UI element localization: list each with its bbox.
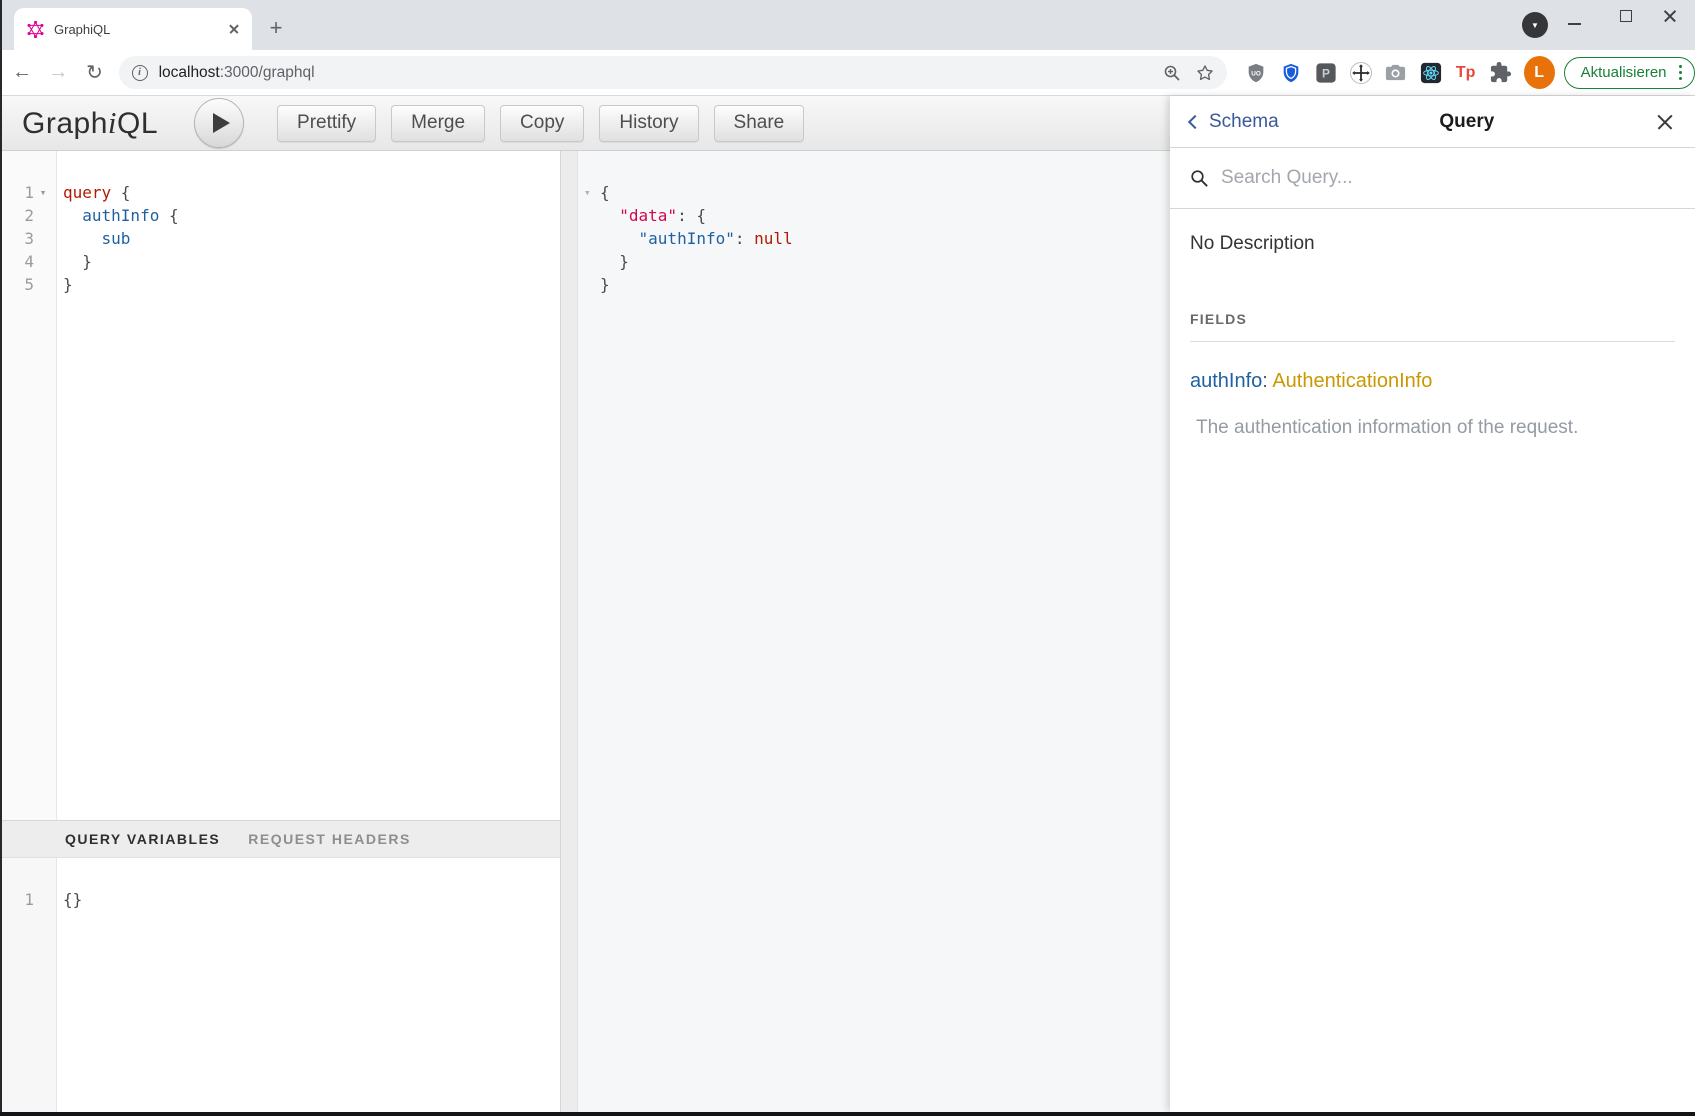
result-code-area: ▾{ "data": { "authInfo": null }} [578, 151, 1170, 1112]
history-button[interactable]: History [599, 105, 698, 142]
bitwarden-extension-icon[interactable] [1278, 60, 1304, 86]
reload-icon[interactable]: ↻ [80, 58, 108, 88]
variables-code-area[interactable]: {} [57, 858, 560, 1112]
react-devtools-extension-icon[interactable] [1418, 60, 1444, 86]
extensions-row: UO P Tp [1243, 60, 1514, 86]
ublock-extension-icon[interactable]: UO [1243, 60, 1269, 86]
tab-title: GraphiQL [54, 22, 226, 37]
pane-resize-handle[interactable] [560, 151, 578, 1112]
tp-extension-icon[interactable]: Tp [1453, 60, 1479, 86]
browser-addressbar: ← → ↻ i localhost:3000/graphql UO P [0, 50, 1695, 96]
variables-line-numbers: 1 [0, 858, 57, 1112]
doc-back-link[interactable]: Schema [1190, 111, 1279, 133]
query-line-numbers: 1▾2345 [0, 151, 57, 820]
forward-icon: → [44, 58, 72, 88]
field-name-link[interactable]: authInfo [1190, 370, 1262, 392]
result-viewer: ▾{ "data": { "authInfo": null }} [578, 151, 1170, 1112]
new-tab-button[interactable]: + [262, 14, 290, 42]
tab-request-headers[interactable]: REQUEST HEADERS [248, 831, 411, 847]
browser-tab[interactable]: GraphiQL [14, 8, 252, 50]
window-bottom-edge [0, 1112, 1695, 1116]
fields-section-header: FIELDS [1190, 311, 1675, 342]
graphiql-app: GraphiQL Prettify Merge Copy History Sha… [0, 96, 1695, 1112]
doc-close-icon[interactable] [1655, 112, 1675, 132]
window-minimize-button[interactable] [1568, 23, 1581, 25]
doc-explorer-titlebar: Schema Query [1170, 96, 1695, 148]
variables-editor: 1 {} [0, 858, 560, 1112]
p-extension-icon[interactable]: P [1313, 60, 1339, 86]
field-type-link[interactable]: AuthenticationInfo [1272, 370, 1432, 392]
url-bar[interactable]: i localhost:3000/graphql [119, 56, 1227, 89]
type-description: No Description [1190, 233, 1675, 255]
screenshot-camera-extension-icon[interactable] [1383, 60, 1409, 86]
execute-query-button[interactable] [194, 98, 244, 148]
secondary-editor-tabbar: QUERY VARIABLES REQUEST HEADERS [0, 820, 560, 858]
query-code-area[interactable]: query { authInfo { sub }} [57, 151, 560, 820]
doc-search-box [1170, 148, 1695, 209]
tab-query-variables[interactable]: QUERY VARIABLES [65, 831, 220, 847]
url-text[interactable]: localhost:3000/graphql [159, 64, 1163, 82]
extensions-puzzle-icon[interactable] [1488, 60, 1514, 86]
window-close-button[interactable] [1662, 8, 1678, 24]
svg-text:P: P [1322, 66, 1330, 80]
profile-avatar[interactable]: L [1524, 56, 1555, 89]
field-description: The authentication information of the re… [1190, 417, 1675, 439]
doc-explorer-title: Query [1279, 111, 1655, 133]
back-icon[interactable]: ← [8, 58, 36, 88]
window-left-edge [0, 0, 2, 1116]
doc-search-input[interactable] [1221, 167, 1675, 189]
query-editor: 1▾2345 query { authInfo { sub }} [0, 151, 560, 820]
merge-button[interactable]: Merge [391, 105, 485, 142]
site-info-icon[interactable]: i [132, 65, 148, 81]
browser-tabstrip: GraphiQL + ▼ [0, 0, 1695, 50]
tab-close-icon[interactable] [226, 21, 242, 37]
move-tool-extension-icon[interactable] [1348, 60, 1374, 86]
result-pane: ▾{ "data": { "authInfo": null }} [578, 151, 1170, 1112]
graphiql-topbar: GraphiQL Prettify Merge Copy History Sha… [0, 96, 1170, 151]
search-icon [1190, 169, 1209, 188]
doc-content: No Description FIELDS authInfo: Authenti… [1170, 209, 1695, 439]
svg-text:UO: UO [1251, 70, 1261, 77]
copy-button[interactable]: Copy [500, 105, 584, 142]
fold-arrow-icon[interactable]: ▾ [584, 181, 600, 204]
graphiql-logo: GraphiQL [22, 105, 158, 141]
window-maximize-button[interactable] [1620, 10, 1632, 22]
query-editor-pane: 1▾2345 query { authInfo { sub }} QUERY V… [0, 151, 560, 1112]
field-item: authInfo: AuthenticationInfo [1190, 370, 1675, 393]
browser-menu-icon[interactable] [1675, 65, 1687, 81]
prettify-button[interactable]: Prettify [277, 105, 376, 142]
play-icon [213, 113, 230, 133]
browser-update-button[interactable]: Aktualisieren [1564, 57, 1695, 89]
fold-arrow-icon[interactable]: ▾ [34, 181, 52, 204]
bookmark-star-icon[interactable] [1195, 63, 1215, 83]
doc-explorer-panel: Schema Query No Description FIELDS authI… [1170, 96, 1695, 1112]
chevron-left-icon [1188, 115, 1202, 129]
zoom-icon[interactable] [1163, 64, 1181, 82]
graphql-favicon-icon [27, 21, 44, 38]
media-controls-icon[interactable]: ▼ [1522, 12, 1548, 38]
share-button[interactable]: Share [714, 105, 805, 142]
